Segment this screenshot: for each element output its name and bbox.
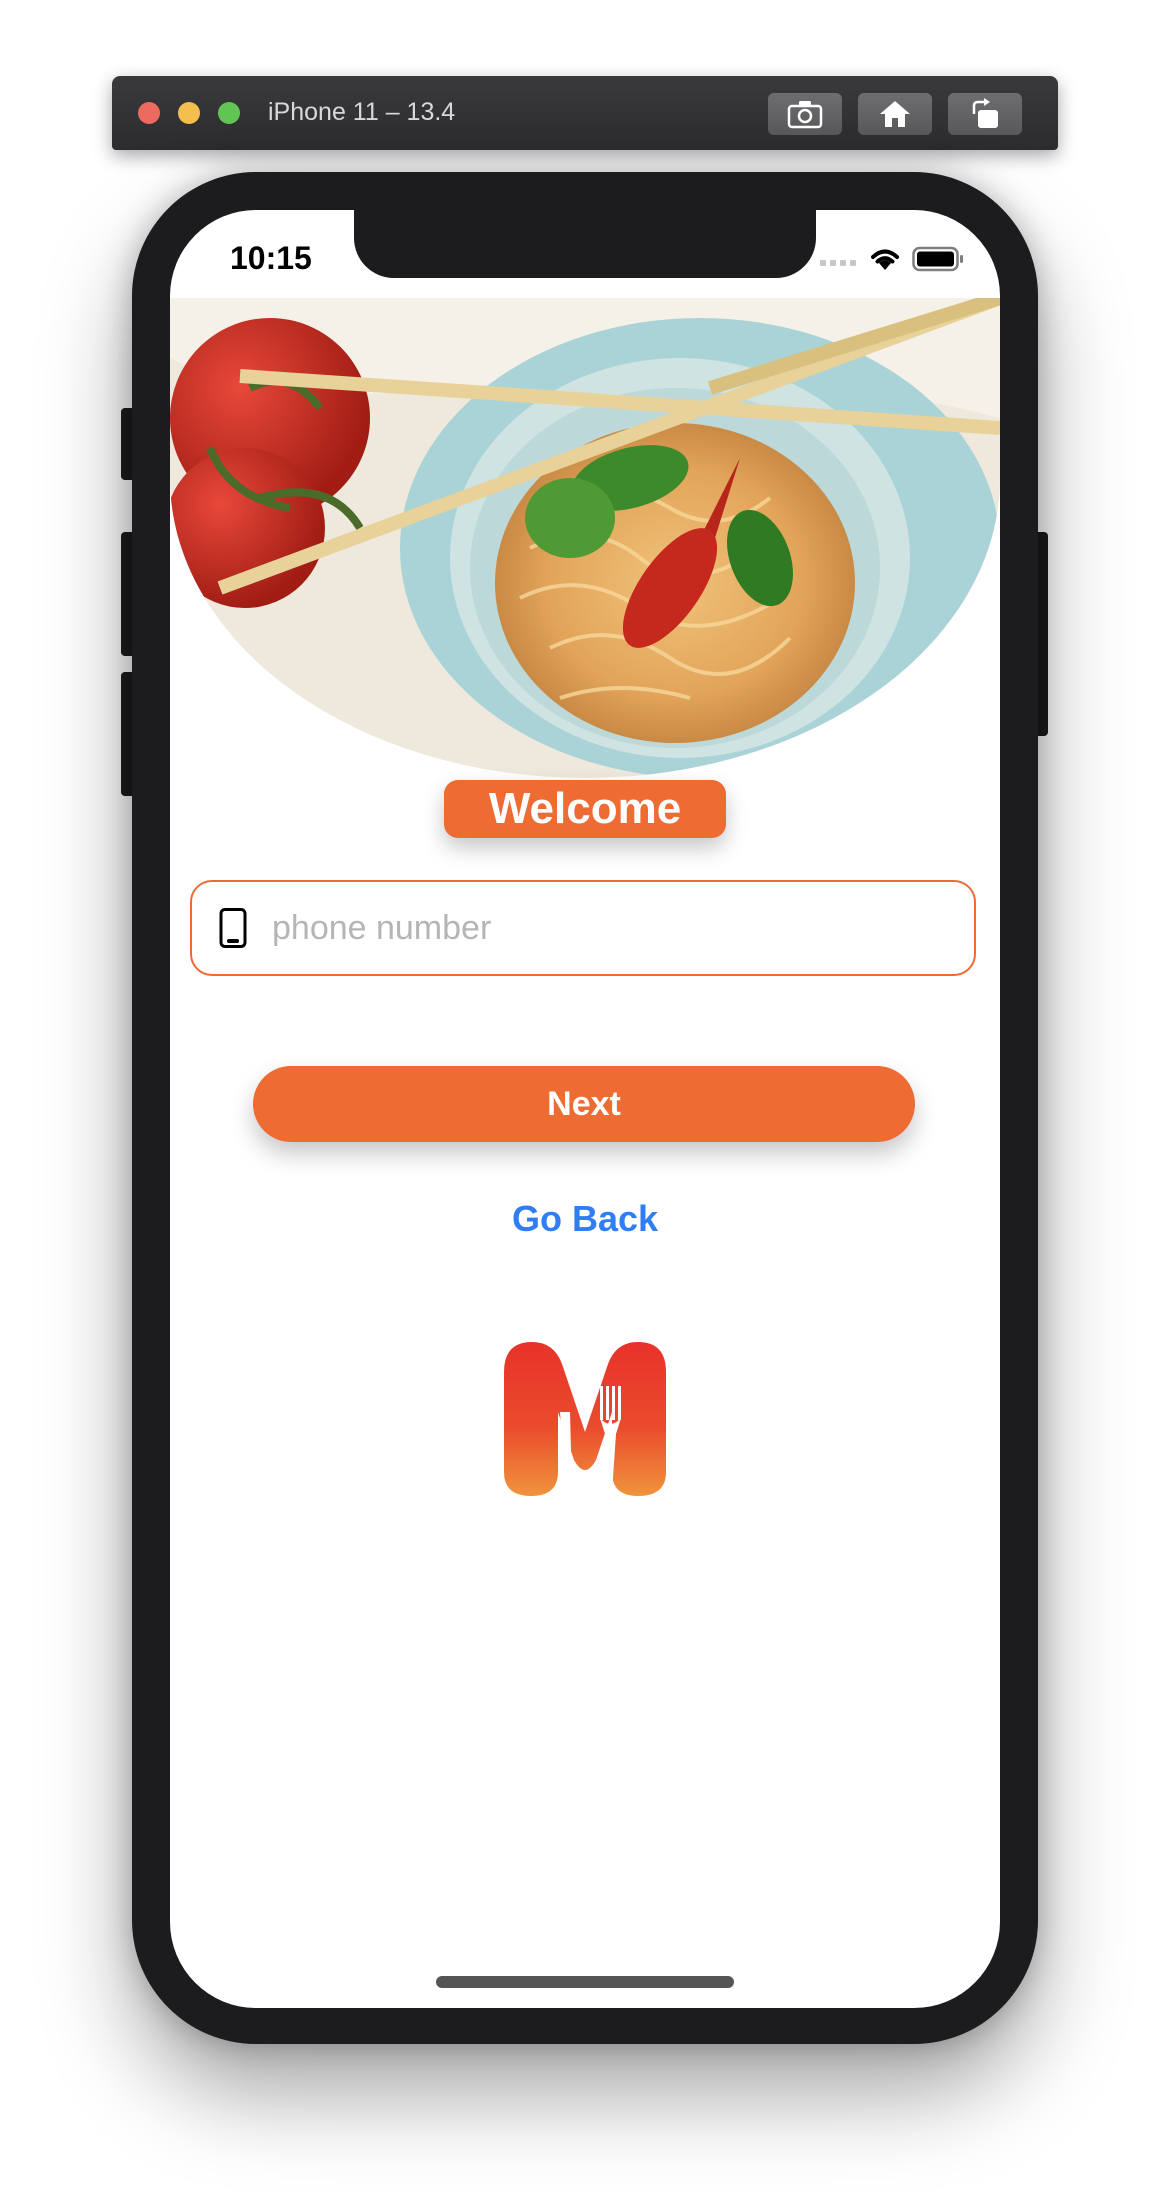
battery-icon <box>912 246 963 272</box>
phone-screen: 10:15 Welcome phone number Next Go Back <box>170 210 1000 2008</box>
notch <box>354 210 816 278</box>
phone-number-field[interactable] <box>190 880 976 976</box>
phone-number-input[interactable] <box>270 907 954 949</box>
status-time: 10:15 <box>230 240 312 276</box>
mobile-phone-icon <box>219 908 247 948</box>
close-window-button[interactable] <box>138 102 160 124</box>
next-button[interactable]: Next <box>253 1066 915 1142</box>
signal-icon <box>820 260 856 266</box>
welcome-badge: Welcome <box>444 780 726 838</box>
rotate-icon <box>972 98 998 128</box>
home-button[interactable] <box>858 93 932 135</box>
status-icons <box>820 246 964 272</box>
simulator-title: iPhone 11 – 13.4 <box>268 98 456 126</box>
wifi-icon <box>871 249 899 270</box>
go-back-link[interactable]: Go Back <box>170 1198 1000 1240</box>
rotate-button[interactable] <box>948 93 1022 135</box>
simulator-titlebar: iPhone 11 – 13.4 <box>112 76 1058 150</box>
app-logo <box>504 1342 666 1496</box>
home-indicator[interactable] <box>436 1976 734 1988</box>
screenshot-icon <box>787 101 823 129</box>
hero-food-image <box>170 298 1000 778</box>
minimize-window-button[interactable] <box>178 102 200 124</box>
zoom-window-button[interactable] <box>218 102 240 124</box>
home-icon <box>880 101 910 127</box>
screenshot-button[interactable] <box>768 93 842 135</box>
